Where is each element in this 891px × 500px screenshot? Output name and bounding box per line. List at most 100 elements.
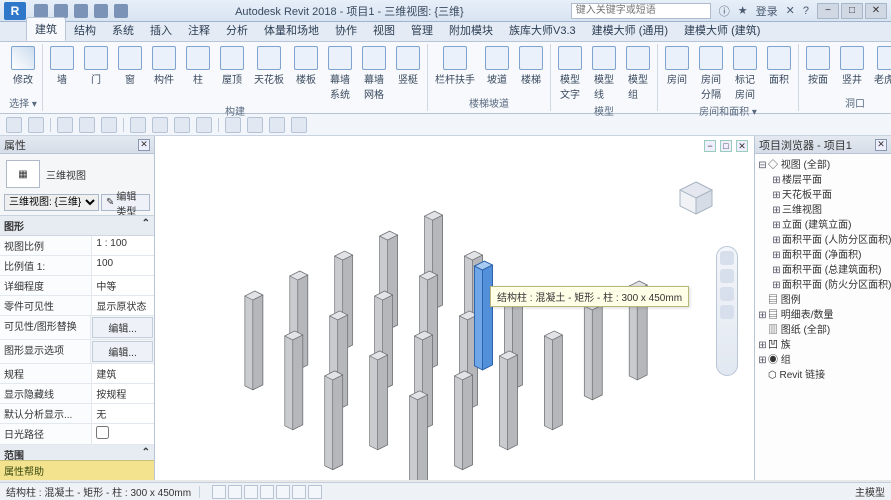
sunpath-icon[interactable]	[260, 485, 274, 499]
room-button[interactable]: 房间	[662, 44, 692, 88]
room-sep-button[interactable]: 房间 分隔	[696, 44, 726, 103]
model-line-button[interactable]: 模型 线	[589, 44, 619, 103]
disp-edit-button[interactable]: 编辑...	[92, 341, 153, 362]
tree-toggle[interactable]: ⊞	[771, 233, 782, 248]
tree-toggle[interactable]: ⊞	[757, 353, 768, 368]
tree-toggle[interactable]: ⊞	[757, 308, 768, 323]
curtain-system-button[interactable]: 幕墙 系统	[325, 44, 355, 103]
signin-link[interactable]: 登录	[756, 3, 778, 19]
prop-cat-extents[interactable]: 范围⌃	[0, 445, 154, 460]
mullion-button[interactable]: 竖梃	[393, 44, 423, 88]
help-search-input[interactable]	[571, 3, 711, 19]
visual-style-icon[interactable]	[244, 485, 258, 499]
app-badge[interactable]: R	[4, 2, 26, 20]
tab-structure[interactable]: 结构	[66, 19, 104, 41]
roof-button[interactable]: 屋顶	[217, 44, 247, 88]
minimize-button[interactable]: −	[817, 3, 839, 19]
tree-toggle[interactable]	[757, 293, 768, 308]
maximize-button[interactable]: □	[841, 3, 863, 19]
qat-open-icon[interactable]	[34, 4, 48, 18]
properties-help-link[interactable]: 属性帮助	[0, 460, 154, 480]
opt-icon[interactable]	[79, 117, 95, 133]
scale-icon[interactable]	[212, 485, 226, 499]
by-face-button[interactable]: 按面	[803, 44, 833, 88]
qat-save-icon[interactable]	[54, 4, 68, 18]
zoom-icon[interactable]	[720, 287, 734, 301]
tab-massing[interactable]: 体量和场地	[256, 19, 327, 41]
opt-icon[interactable]	[225, 117, 241, 133]
tab-addins[interactable]: 附加模块	[441, 19, 501, 41]
tab-analyze[interactable]: 分析	[218, 19, 256, 41]
stair-button[interactable]: 楼梯	[516, 44, 546, 88]
dormer-button[interactable]: 老虎窗	[871, 44, 891, 88]
opt-icon[interactable]	[101, 117, 117, 133]
star-icon[interactable]: ★	[738, 4, 748, 17]
opt-icon[interactable]	[6, 117, 22, 133]
infocenter-icon[interactable]: ⓘ	[719, 3, 730, 19]
floor-button[interactable]: 楼板	[291, 44, 321, 88]
family-type-dropdown[interactable]: 三维视图: {三维}	[4, 194, 99, 211]
opt-icon[interactable]	[247, 117, 263, 133]
opt-icon[interactable]	[130, 117, 146, 133]
component-button[interactable]: 构件	[149, 44, 179, 88]
edit-type-button[interactable]: ✎编辑类型	[101, 194, 150, 211]
steering-wheel-icon[interactable]	[720, 251, 734, 265]
drawing-canvas[interactable]: − □ ✕ 结构柱 : 混凝	[155, 136, 755, 480]
tab-collab[interactable]: 协作	[327, 19, 365, 41]
model-viewport[interactable]	[155, 136, 754, 480]
properties-close-icon[interactable]: ✕	[138, 139, 150, 151]
tree-toggle[interactable]: ⊟	[757, 158, 768, 173]
railing-button[interactable]: 栏杆扶手	[432, 44, 478, 88]
model-group-button[interactable]: 模型 组	[623, 44, 653, 103]
tree-toggle[interactable]: ⊞	[771, 203, 782, 218]
shaft-button[interactable]: 竖井	[837, 44, 867, 88]
orbit-icon[interactable]	[720, 305, 734, 319]
opt-icon[interactable]	[28, 117, 44, 133]
qat-print-icon[interactable]	[114, 4, 128, 18]
tree-toggle[interactable]: ⊞	[771, 173, 782, 188]
shadows-icon[interactable]	[276, 485, 290, 499]
vg-edit-button[interactable]: 编辑...	[92, 317, 153, 338]
tree-toggle[interactable]: ⊞	[771, 188, 782, 203]
tab-plugin3[interactable]: 建模大师 (建筑)	[676, 19, 768, 41]
exchange-icon[interactable]: ✕	[786, 4, 795, 17]
tab-view[interactable]: 视图	[365, 19, 403, 41]
area-button[interactable]: 面积	[764, 44, 794, 88]
tab-manage[interactable]: 管理	[403, 19, 441, 41]
project-tree[interactable]: ⊟◇ 视图 (全部) ⊞楼层平面 ⊞天花板平面 ⊞三维视图 ⊞立面 (建筑立面)…	[755, 154, 891, 480]
column-button[interactable]: 柱	[183, 44, 213, 88]
tab-plugin2[interactable]: 建模大师 (通用)	[584, 19, 676, 41]
opt-icon[interactable]	[291, 117, 307, 133]
opt-icon[interactable]	[269, 117, 285, 133]
tree-toggle[interactable]: ⊞	[757, 338, 768, 353]
opt-icon[interactable]	[152, 117, 168, 133]
tree-toggle[interactable]	[757, 323, 768, 338]
opt-icon[interactable]	[174, 117, 190, 133]
crop-icon[interactable]	[292, 485, 306, 499]
wall-button[interactable]: 墙	[47, 44, 77, 88]
prop-cat-graphics[interactable]: 图形⌃	[0, 216, 154, 236]
opt-icon[interactable]	[57, 117, 73, 133]
window-button[interactable]: 窗	[115, 44, 145, 88]
opt-icon[interactable]	[196, 117, 212, 133]
curtain-grid-button[interactable]: 幕墙 网格	[359, 44, 389, 103]
properties-grid[interactable]: 图形⌃ 视图比例1 : 100 比例值 1:100 详细程度中等 零件可见性显示…	[0, 215, 154, 460]
ceiling-button[interactable]: 天花板	[251, 44, 287, 88]
tree-toggle[interactable]: ⊞	[771, 263, 782, 278]
tag-room-button[interactable]: 标记 房间	[730, 44, 760, 103]
tab-architecture[interactable]: 建筑	[26, 17, 66, 41]
model-text-button[interactable]: 模型 文字	[555, 44, 585, 103]
close-button[interactable]: ✕	[865, 3, 887, 19]
browser-close-icon[interactable]: ✕	[875, 139, 887, 151]
tree-toggle[interactable]: ⊞	[771, 218, 782, 233]
hide-icon[interactable]	[308, 485, 322, 499]
navigation-bar[interactable]	[716, 246, 738, 376]
tree-toggle[interactable]: ⊞	[771, 248, 782, 263]
modify-button[interactable]: 修改	[8, 44, 38, 88]
tab-annotate[interactable]: 注释	[180, 19, 218, 41]
help-icon[interactable]: ?	[803, 5, 809, 17]
pan-icon[interactable]	[720, 269, 734, 283]
tree-toggle[interactable]: ⊞	[771, 278, 782, 293]
tab-systems[interactable]: 系统	[104, 19, 142, 41]
qat-redo-icon[interactable]	[94, 4, 108, 18]
